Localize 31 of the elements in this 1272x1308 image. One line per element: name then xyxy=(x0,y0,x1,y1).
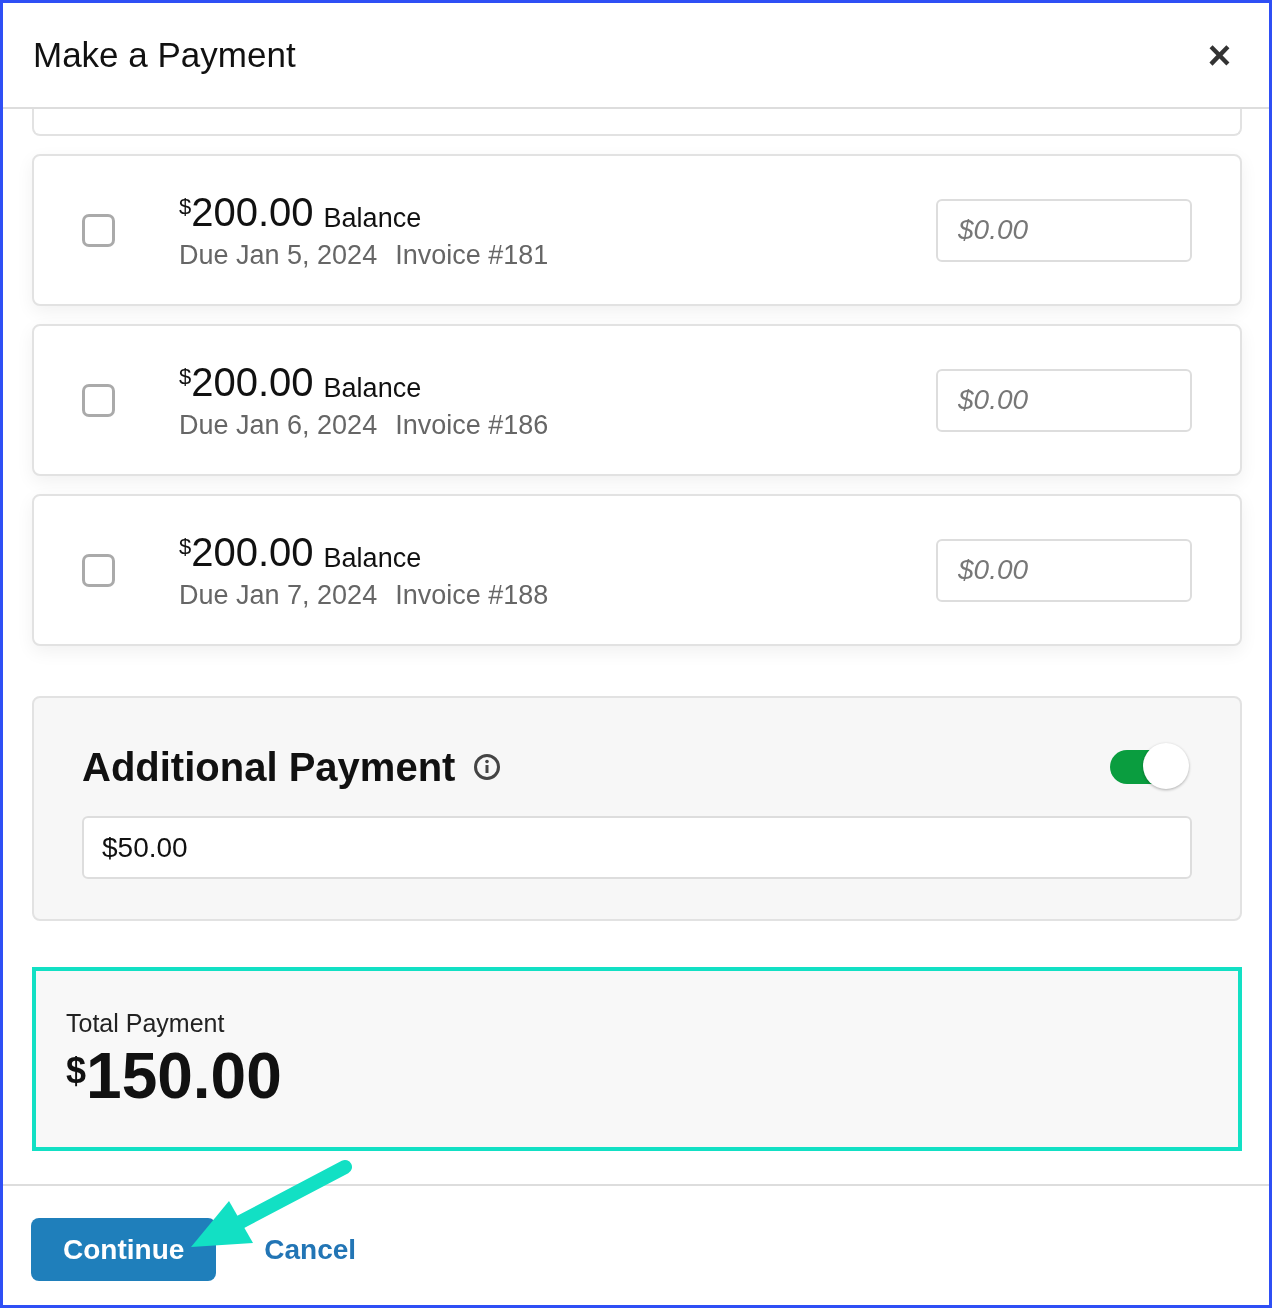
invoice-number: Invoice #188 xyxy=(395,579,549,611)
cancel-link[interactable]: Cancel xyxy=(264,1233,357,1266)
section-title: Additional Payment xyxy=(82,744,456,790)
balance-label: Balance xyxy=(323,202,422,234)
checkbox[interactable] xyxy=(82,383,115,417)
total-label: Total Payment xyxy=(66,1009,226,1038)
continue-button[interactable]: Continue xyxy=(31,1218,217,1281)
total-amount: 150.00 xyxy=(86,1044,282,1108)
checkbox[interactable] xyxy=(82,553,115,587)
info-icon[interactable] xyxy=(473,753,502,781)
currency-sign: $ xyxy=(179,363,192,389)
currency-sign: $ xyxy=(66,1050,87,1091)
additional-amount-field[interactable]: $50.00 xyxy=(82,816,1192,879)
dialog-title: Make a Payment xyxy=(33,35,296,75)
amount-field[interactable]: $0.00 xyxy=(936,538,1192,602)
close-button[interactable]: × xyxy=(1203,35,1235,75)
invoice-number: Invoice #181 xyxy=(395,239,549,271)
currency-sign: $ xyxy=(179,533,192,559)
balance-amount: 200.00 xyxy=(191,189,314,234)
checkbox[interactable] xyxy=(82,213,115,247)
balance-label: Balance xyxy=(323,372,422,404)
amount-field[interactable]: $0.00 xyxy=(936,368,1192,432)
amount-field[interactable]: $0.00 xyxy=(936,198,1192,262)
invoice-number: Invoice #186 xyxy=(395,409,549,441)
balance-amount: 200.00 xyxy=(191,359,314,404)
due-date: Due Jan 5, 2024 xyxy=(179,239,378,271)
currency-sign: $ xyxy=(179,193,192,219)
due-date: Due Jan 6, 2024 xyxy=(179,409,378,441)
balance-label: Balance xyxy=(323,542,422,574)
balance-amount: 200.00 xyxy=(191,529,314,574)
due-date: Due Jan 7, 2024 xyxy=(179,579,378,611)
